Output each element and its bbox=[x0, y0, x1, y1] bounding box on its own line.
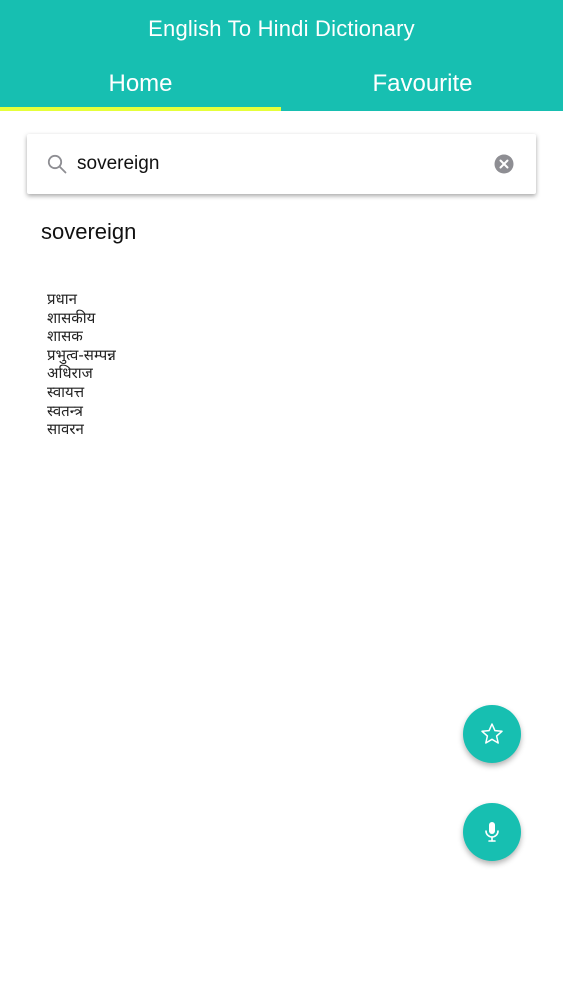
meanings-list: प्रधान शासकीय शासक प्रभुत्व-सम्पन्न अधिर… bbox=[47, 290, 116, 439]
search-bar bbox=[27, 134, 536, 194]
meaning-item: सावरन bbox=[47, 420, 84, 439]
meaning-item: शासकीय bbox=[47, 308, 96, 327]
clear-icon[interactable] bbox=[494, 154, 514, 174]
tab-home-label: Home bbox=[108, 70, 173, 97]
tab-active-indicator bbox=[0, 107, 281, 111]
meaning-item: स्वतन्त्र bbox=[47, 401, 83, 420]
app-title: English To Hindi Dictionary bbox=[148, 16, 415, 41]
meaning-item: स्वायत्त bbox=[47, 382, 85, 401]
search-input[interactable] bbox=[77, 148, 477, 180]
tab-favourite-label: Favourite bbox=[372, 70, 473, 97]
voice-search-button[interactable] bbox=[463, 803, 521, 861]
meaning-item: प्रभुत्व-सम्पन्न bbox=[47, 345, 116, 364]
app-header: English To Hindi Dictionary Home Favouri… bbox=[0, 0, 563, 111]
star-icon bbox=[481, 723, 503, 744]
meaning-item: शासक bbox=[47, 327, 83, 346]
microphone-icon bbox=[485, 822, 499, 842]
tab-favourite[interactable]: Favourite bbox=[282, 66, 563, 111]
result-word: sovereign bbox=[41, 219, 137, 244]
favourite-button[interactable] bbox=[463, 705, 521, 763]
search-icon bbox=[47, 154, 67, 174]
meaning-item: अधिराज bbox=[47, 364, 93, 383]
meaning-item: प्रधान bbox=[47, 290, 77, 308]
tab-home[interactable]: Home bbox=[0, 66, 281, 111]
